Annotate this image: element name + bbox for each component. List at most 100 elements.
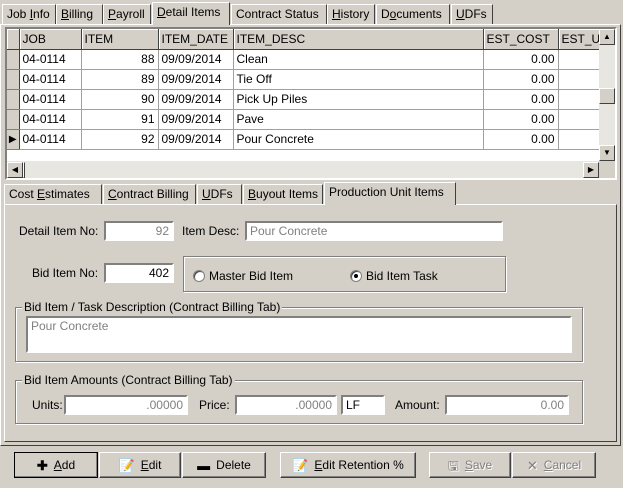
- tab-history[interactable]: History: [327, 4, 375, 24]
- table-row[interactable]: 04-0114 88 09/09/2014 Clean 0.00: [7, 49, 613, 70]
- tab-documents[interactable]: Documents: [376, 4, 450, 24]
- detail-item-no-label: Detail Item No:: [19, 224, 99, 238]
- cell-item-date[interactable]: 09/09/2014: [158, 69, 234, 90]
- master-bid-item-radio[interactable]: [193, 270, 205, 282]
- scroll-up-button[interactable]: ▲: [599, 29, 615, 45]
- tab-buyout-items[interactable]: Buyout Items: [243, 184, 323, 204]
- add-button[interactable]: ✚ Add: [14, 452, 98, 478]
- delete-button[interactable]: ▬ Delete: [182, 452, 266, 478]
- cell-job[interactable]: 04-0114: [19, 49, 82, 70]
- table-row[interactable]: ▶ 04-0114 92 09/09/2014 Pour Concrete 0.…: [7, 129, 613, 150]
- tab-udfs[interactable]: UDFs: [451, 4, 493, 24]
- cell-item[interactable]: 88: [81, 49, 159, 70]
- bid-item-amounts-group-title: Bid Item Amounts (Contract Billing Tab): [22, 373, 235, 387]
- cell-est-cost[interactable]: 0.00: [483, 49, 559, 70]
- cell-item[interactable]: 92: [81, 129, 159, 150]
- scrollbar-corner: [599, 161, 615, 178]
- tab-contract-billing[interactable]: Contract Billing: [103, 184, 196, 204]
- row-indicator: [7, 89, 20, 110]
- cell-job[interactable]: 04-0114: [19, 89, 82, 110]
- detail-items-grid[interactable]: JOB ITEM ITEM_DATE ITEM_DESC EST_COST ES…: [5, 27, 617, 180]
- floppy-icon: 🖫: [447, 457, 459, 473]
- scroll-left-button[interactable]: ◀: [7, 162, 23, 178]
- add-button-label: Add: [53, 458, 76, 472]
- cell-est-cost[interactable]: 0.00: [483, 109, 559, 130]
- cancel-button[interactable]: ✕ Cancel: [512, 452, 596, 478]
- cell-item[interactable]: 91: [81, 109, 159, 130]
- arrow-left-icon: ◀: [11, 165, 19, 174]
- bid-item-task-radio[interactable]: [350, 270, 362, 282]
- task-description-group-title: Bid Item / Task Description (Contract Bi…: [22, 300, 283, 314]
- grid-vertical-scrollbar[interactable]: ▲ ▼: [599, 29, 615, 161]
- item-desc-field[interactable]: Pour Concrete: [245, 221, 503, 241]
- cell-item[interactable]: 89: [81, 69, 159, 90]
- tab-production-unit-items[interactable]: Production Unit Items: [324, 182, 456, 205]
- cell-est-cost[interactable]: 0.00: [483, 129, 559, 150]
- cell-item-desc[interactable]: Clean: [233, 49, 484, 70]
- tab-sub-udfs[interactable]: UDFs: [197, 184, 242, 204]
- detail-item-no-field[interactable]: 92: [104, 221, 174, 241]
- column-header-est-cost[interactable]: EST_COST: [483, 29, 559, 50]
- tab-detail-items[interactable]: Detail Items: [152, 2, 230, 25]
- tab-job-info[interactable]: Job Info: [2, 4, 56, 24]
- table-row[interactable]: 04-0114 91 09/09/2014 Pave 0.00: [7, 109, 613, 130]
- cell-item-desc[interactable]: Pick Up Piles: [233, 89, 484, 110]
- horizontal-scroll-thumb[interactable]: [23, 162, 25, 178]
- amount-field[interactable]: 0.00: [445, 395, 569, 415]
- grid-corner-cell: [7, 29, 20, 50]
- cell-item-desc[interactable]: Tie Off: [233, 69, 484, 90]
- minus-icon: ▬: [197, 457, 211, 473]
- edit-icon: 📝: [292, 457, 309, 473]
- cell-job[interactable]: 04-0114: [19, 129, 82, 150]
- delete-button-label: Delete: [216, 458, 251, 472]
- scroll-thumb[interactable]: [599, 88, 615, 104]
- column-header-item-date[interactable]: ITEM_DATE: [158, 29, 234, 50]
- save-button-label: Save: [464, 458, 493, 472]
- edit-icon: 📝: [118, 457, 135, 473]
- bid-item-task-label[interactable]: Bid Item Task: [366, 269, 438, 283]
- units-field[interactable]: .00000: [64, 395, 188, 415]
- column-header-item[interactable]: ITEM: [81, 29, 159, 50]
- edit-button[interactable]: 📝 Edit: [99, 452, 181, 478]
- row-indicator: [7, 109, 20, 130]
- tab-payroll[interactable]: Payroll: [103, 4, 151, 24]
- scroll-down-button[interactable]: ▼: [599, 145, 615, 161]
- cell-item[interactable]: 90: [81, 89, 159, 110]
- cell-item-date[interactable]: 09/09/2014: [158, 89, 234, 110]
- arrow-down-icon: ▼: [603, 148, 611, 157]
- arrow-right-icon: ▶: [587, 165, 595, 174]
- edit-retention-button[interactable]: 📝 Edit Retention %: [280, 452, 416, 478]
- current-row-indicator: ▶: [7, 129, 20, 150]
- price-field[interactable]: .00000: [235, 395, 337, 415]
- cancel-icon: ✕: [526, 457, 538, 473]
- column-header-job[interactable]: JOB: [19, 29, 82, 50]
- tab-billing[interactable]: Billing: [56, 4, 103, 24]
- cancel-button-label: Cancel: [543, 458, 582, 472]
- table-row[interactable]: 04-0114 90 09/09/2014 Pick Up Piles 0.00: [7, 89, 613, 110]
- unit-of-measure-field[interactable]: LF: [341, 395, 385, 415]
- cell-item-date[interactable]: 09/09/2014: [158, 49, 234, 70]
- bid-item-no-field[interactable]: 402: [104, 263, 174, 283]
- save-button[interactable]: 🖫 Save: [429, 452, 511, 478]
- grid-horizontal-scrollbar[interactable]: ◀ ▶: [7, 161, 599, 178]
- bid-item-no-label: Bid Item No:: [32, 266, 99, 280]
- master-bid-item-label[interactable]: Master Bid Item: [209, 269, 293, 283]
- amount-label: Amount:: [395, 398, 440, 412]
- cell-item-date[interactable]: 09/09/2014: [158, 109, 234, 130]
- row-indicator: [7, 69, 20, 90]
- cell-est-cost[interactable]: 0.00: [483, 69, 559, 90]
- cell-job[interactable]: 04-0114: [19, 69, 82, 90]
- tab-contract-status[interactable]: Contract Status: [231, 4, 327, 24]
- cell-item-desc[interactable]: Pour Concrete: [233, 129, 484, 150]
- cell-item-desc[interactable]: Pave: [233, 109, 484, 130]
- scroll-right-button[interactable]: ▶: [583, 162, 599, 178]
- column-header-item-desc[interactable]: ITEM_DESC: [233, 29, 484, 50]
- table-row[interactable]: 04-0114 89 09/09/2014 Tie Off 0.00: [7, 69, 613, 90]
- tab-cost-estimates[interactable]: Cost Estimates: [4, 184, 102, 204]
- cell-est-cost[interactable]: 0.00: [483, 89, 559, 110]
- edit-retention-button-label: Edit Retention %: [314, 458, 404, 472]
- cell-item-date[interactable]: 09/09/2014: [158, 129, 234, 150]
- cell-job[interactable]: 04-0114: [19, 109, 82, 130]
- grid-header-row: JOB ITEM ITEM_DATE ITEM_DESC EST_COST ES…: [7, 29, 613, 50]
- task-description-field[interactable]: Pour Concrete: [26, 316, 572, 353]
